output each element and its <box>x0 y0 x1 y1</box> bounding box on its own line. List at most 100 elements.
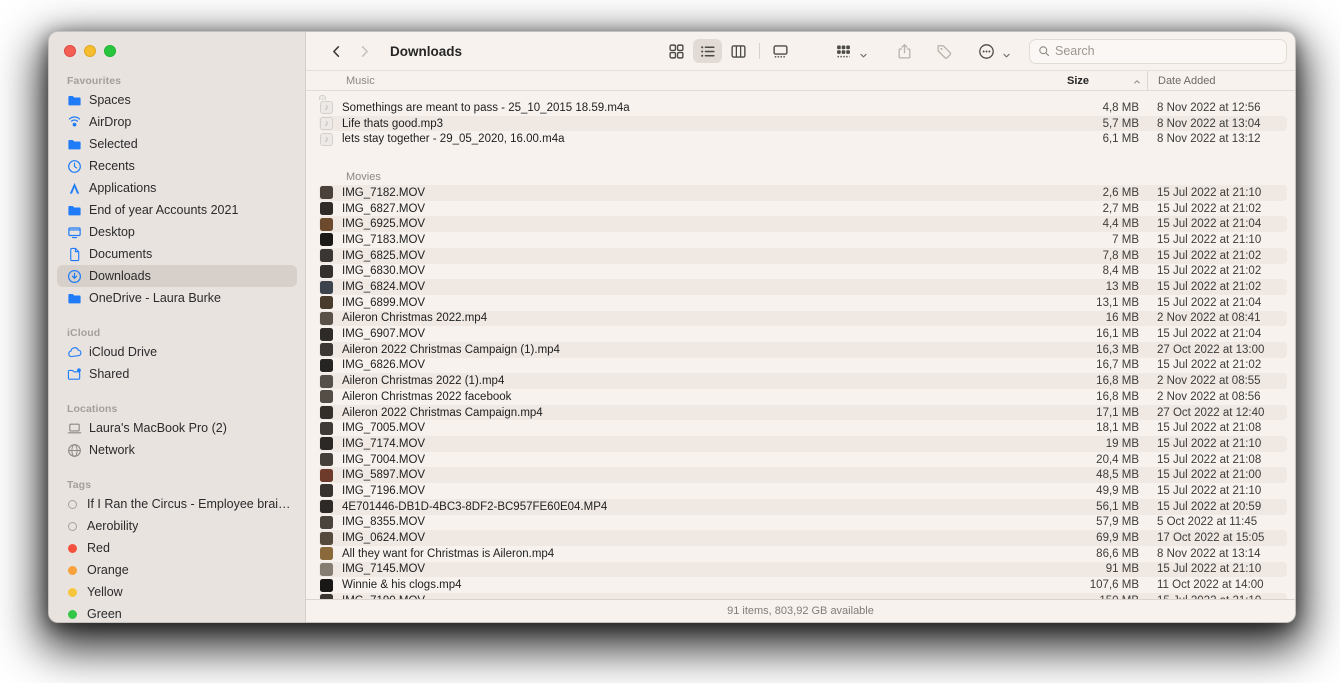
sidebar-section-locations: Locations <box>67 403 118 415</box>
file-row[interactable]: IMG_7145.MOV 91 MB 15 Jul 2022 at 21:10 <box>319 561 1287 578</box>
file-name: Aileron Christmas 2022 (1).mp4 <box>342 375 505 388</box>
sidebar-tag-item[interactable]: If I Ran the Circus - Employee brainstor… <box>57 493 297 515</box>
sidebar-item-icon <box>66 224 82 240</box>
group-by-button[interactable] <box>829 39 857 63</box>
sidebar-item[interactable]: End of year Accounts 2021 <box>57 199 297 221</box>
file-date-added: 8 Nov 2022 at 13:04 <box>1157 117 1261 130</box>
file-row[interactable]: IMG_6826.MOV 16,7 MB 15 Jul 2022 at 21:0… <box>319 358 1287 374</box>
file-name: IMG_7196.MOV <box>342 484 426 497</box>
file-size: 16 MB <box>1105 312 1139 325</box>
file-list[interactable]: Somethings are meant to pass - 25_10_201… <box>306 91 1295 599</box>
share-icon <box>896 43 913 60</box>
file-row[interactable]: IMG_7190.MOV 150 MB 15 Jul 2022 at 21:10 <box>319 592 1287 599</box>
sidebar-item-label: iCloud Drive <box>89 345 158 359</box>
file-row[interactable]: IMG_6899.MOV 13,1 MB 15 Jul 2022 at 21:0… <box>319 295 1287 311</box>
file-row[interactable]: IMG_6825.MOV 7,8 MB 15 Jul 2022 at 21:02 <box>319 247 1287 264</box>
file-row[interactable]: IMG_7182.MOV 2,6 MB 15 Jul 2022 at 21:10 <box>319 185 1287 201</box>
file-date-added: 2 Nov 2022 at 08:41 <box>1157 312 1261 325</box>
sidebar-item[interactable]: iCloud Drive <box>57 341 297 363</box>
sidebar-item[interactable]: Shared <box>57 363 297 385</box>
sidebar-item-icon <box>66 136 82 152</box>
file-row[interactable]: IMG_6827.MOV 2,7 MB 15 Jul 2022 at 21:02 <box>319 201 1287 217</box>
gallery-view-button[interactable] <box>766 39 795 63</box>
file-thumbnail-icon <box>320 311 333 325</box>
file-row[interactable]: IMG_6824.MOV 13 MB 15 Jul 2022 at 21:02 <box>319 279 1287 295</box>
sidebar-item[interactable]: Documents <box>57 243 297 265</box>
file-row[interactable]: IMG_7005.MOV 18,1 MB 15 Jul 2022 at 21:0… <box>319 420 1287 436</box>
window-controls <box>57 43 297 57</box>
file-row[interactable]: IMG_7183.MOV 7 MB 15 Jul 2022 at 21:10 <box>319 232 1287 248</box>
sidebar-item[interactable]: OneDrive - Laura Burke <box>57 287 297 309</box>
file-name: IMG_7182.MOV <box>342 186 426 199</box>
file-row[interactable]: IMG_7004.MOV 20,4 MB 15 Jul 2022 at 21:0… <box>319 452 1287 468</box>
file-row[interactable]: 4E701446-DB1D-4BC3-8DF2-BC957FE60E04.MP4… <box>319 498 1287 515</box>
sidebar-tag-item[interactable]: Green <box>57 603 297 622</box>
file-row[interactable]: IMG_6830.MOV 8,4 MB 15 Jul 2022 at 21:02 <box>319 264 1287 280</box>
sidebar-item[interactable]: Network <box>57 439 297 461</box>
file-row[interactable]: IMG_5897.MOV 48,5 MB 15 Jul 2022 at 21:0… <box>319 467 1287 484</box>
sidebar-item-label: AirDrop <box>89 115 132 129</box>
file-row[interactable]: Life thats good.mp3 5,7 MB 8 Nov 2022 at… <box>319 115 1287 132</box>
file-row[interactable]: Aileron Christmas 2022 (1).mp4 16,8 MB 2… <box>319 373 1287 389</box>
minimize-button[interactable] <box>84 45 96 57</box>
file-row[interactable]: Winnie & his clogs.mp4 107,6 MB 11 Oct 2… <box>319 577 1287 593</box>
sidebar-section-favourites: Favourites <box>67 75 122 87</box>
sidebar-tag-item[interactable]: Aerobility <box>57 515 297 537</box>
file-row[interactable]: Aileron Christmas 2022 facebook 16,8 MB … <box>319 389 1287 405</box>
column-view-button[interactable] <box>724 39 753 63</box>
tag-color-dot <box>68 543 77 553</box>
file-row[interactable]: Somethings are meant to pass - 25_10_201… <box>319 100 1287 116</box>
sidebar-item[interactable]: Applications <box>57 177 297 199</box>
sidebar-item-icon <box>66 92 82 108</box>
sidebar-item[interactable]: Spaces <box>57 89 297 111</box>
file-size: 19 MB <box>1105 437 1139 450</box>
file-row[interactable]: Aileron 2022 Christmas Campaign (1).mp4 … <box>319 341 1287 358</box>
icon-view-button[interactable] <box>662 39 691 63</box>
more-actions-button[interactable] <box>972 39 1000 63</box>
tag-color-dot <box>68 587 77 597</box>
sidebar-tag-item[interactable]: Yellow <box>57 581 297 603</box>
file-thumbnail-icon <box>320 327 333 341</box>
sidebar-tag-item[interactable]: Red <box>57 537 297 559</box>
tag-button[interactable] <box>930 39 958 63</box>
file-row[interactable]: IMG_7174.MOV 19 MB 15 Jul 2022 at 21:10 <box>319 436 1287 452</box>
file-date-added: 27 Oct 2022 at 13:00 <box>1157 343 1265 356</box>
sidebar-item[interactable]: Recents <box>57 155 297 177</box>
forward-button[interactable] <box>352 39 376 63</box>
file-row[interactable]: IMG_0624.MOV 69,9 MB 17 Oct 2022 at 15:0… <box>319 530 1287 546</box>
file-date-added: 15 Jul 2022 at 21:02 <box>1157 202 1262 215</box>
sidebar-item[interactable]: Laura's MacBook Pro (2) <box>57 417 297 439</box>
search-input[interactable] <box>1055 44 1278 58</box>
file-date-added: 8 Nov 2022 at 13:12 <box>1157 133 1261 146</box>
back-button[interactable] <box>324 39 348 63</box>
close-button[interactable] <box>64 45 76 57</box>
file-row[interactable]: IMG_7196.MOV 49,9 MB 15 Jul 2022 at 21:1… <box>319 483 1287 499</box>
file-row[interactable]: Aileron 2022 Christmas Campaign.mp4 17,1… <box>319 404 1287 421</box>
search-field[interactable] <box>1029 38 1287 64</box>
zoom-button[interactable] <box>104 45 116 57</box>
share-button[interactable] <box>890 39 918 63</box>
file-row[interactable]: IMG_6907.MOV 16,1 MB 15 Jul 2022 at 21:0… <box>319 326 1287 342</box>
sidebar-item-icon <box>66 420 82 436</box>
file-name: All they want for Christmas is Aileron.m… <box>342 547 555 560</box>
column-header-size[interactable]: Size <box>1067 75 1147 87</box>
sidebar-item[interactable]: Desktop <box>57 221 297 243</box>
file-row[interactable]: All they want for Christmas is Aileron.m… <box>319 546 1287 562</box>
sidebar-item[interactable]: Downloads <box>57 265 297 287</box>
sidebar-item[interactable]: AirDrop <box>57 111 297 133</box>
sidebar-item[interactable]: Selected <box>57 133 297 155</box>
file-row[interactable]: IMG_6925.MOV 4,4 MB 15 Jul 2022 at 21:04 <box>319 216 1287 233</box>
file-row[interactable]: Aileron Christmas 2022.mp4 16 MB 2 Nov 2… <box>319 310 1287 327</box>
list-view-button[interactable] <box>693 39 722 63</box>
file-date-added: 15 Jul 2022 at 21:10 <box>1157 233 1262 246</box>
column-header-date[interactable]: Date Added <box>1147 71 1287 90</box>
file-name: Somethings are meant to pass - 25_10_201… <box>342 101 630 114</box>
sidebar-tag-item[interactable]: Orange <box>57 559 297 581</box>
file-thumbnail-icon <box>320 343 333 357</box>
file-row[interactable]: IMG_8355.MOV 57,9 MB 5 Oct 2022 at 11:45 <box>319 515 1287 531</box>
file-row[interactable]: lets stay together - 29_05_2020, 16.00.m… <box>319 131 1287 147</box>
file-size: 107,6 MB <box>1089 579 1139 592</box>
sidebar-item-label: Spaces <box>89 93 131 107</box>
file-name: lets stay together - 29_05_2020, 16.00.m… <box>342 133 565 146</box>
file-thumbnail-icon <box>320 202 333 216</box>
